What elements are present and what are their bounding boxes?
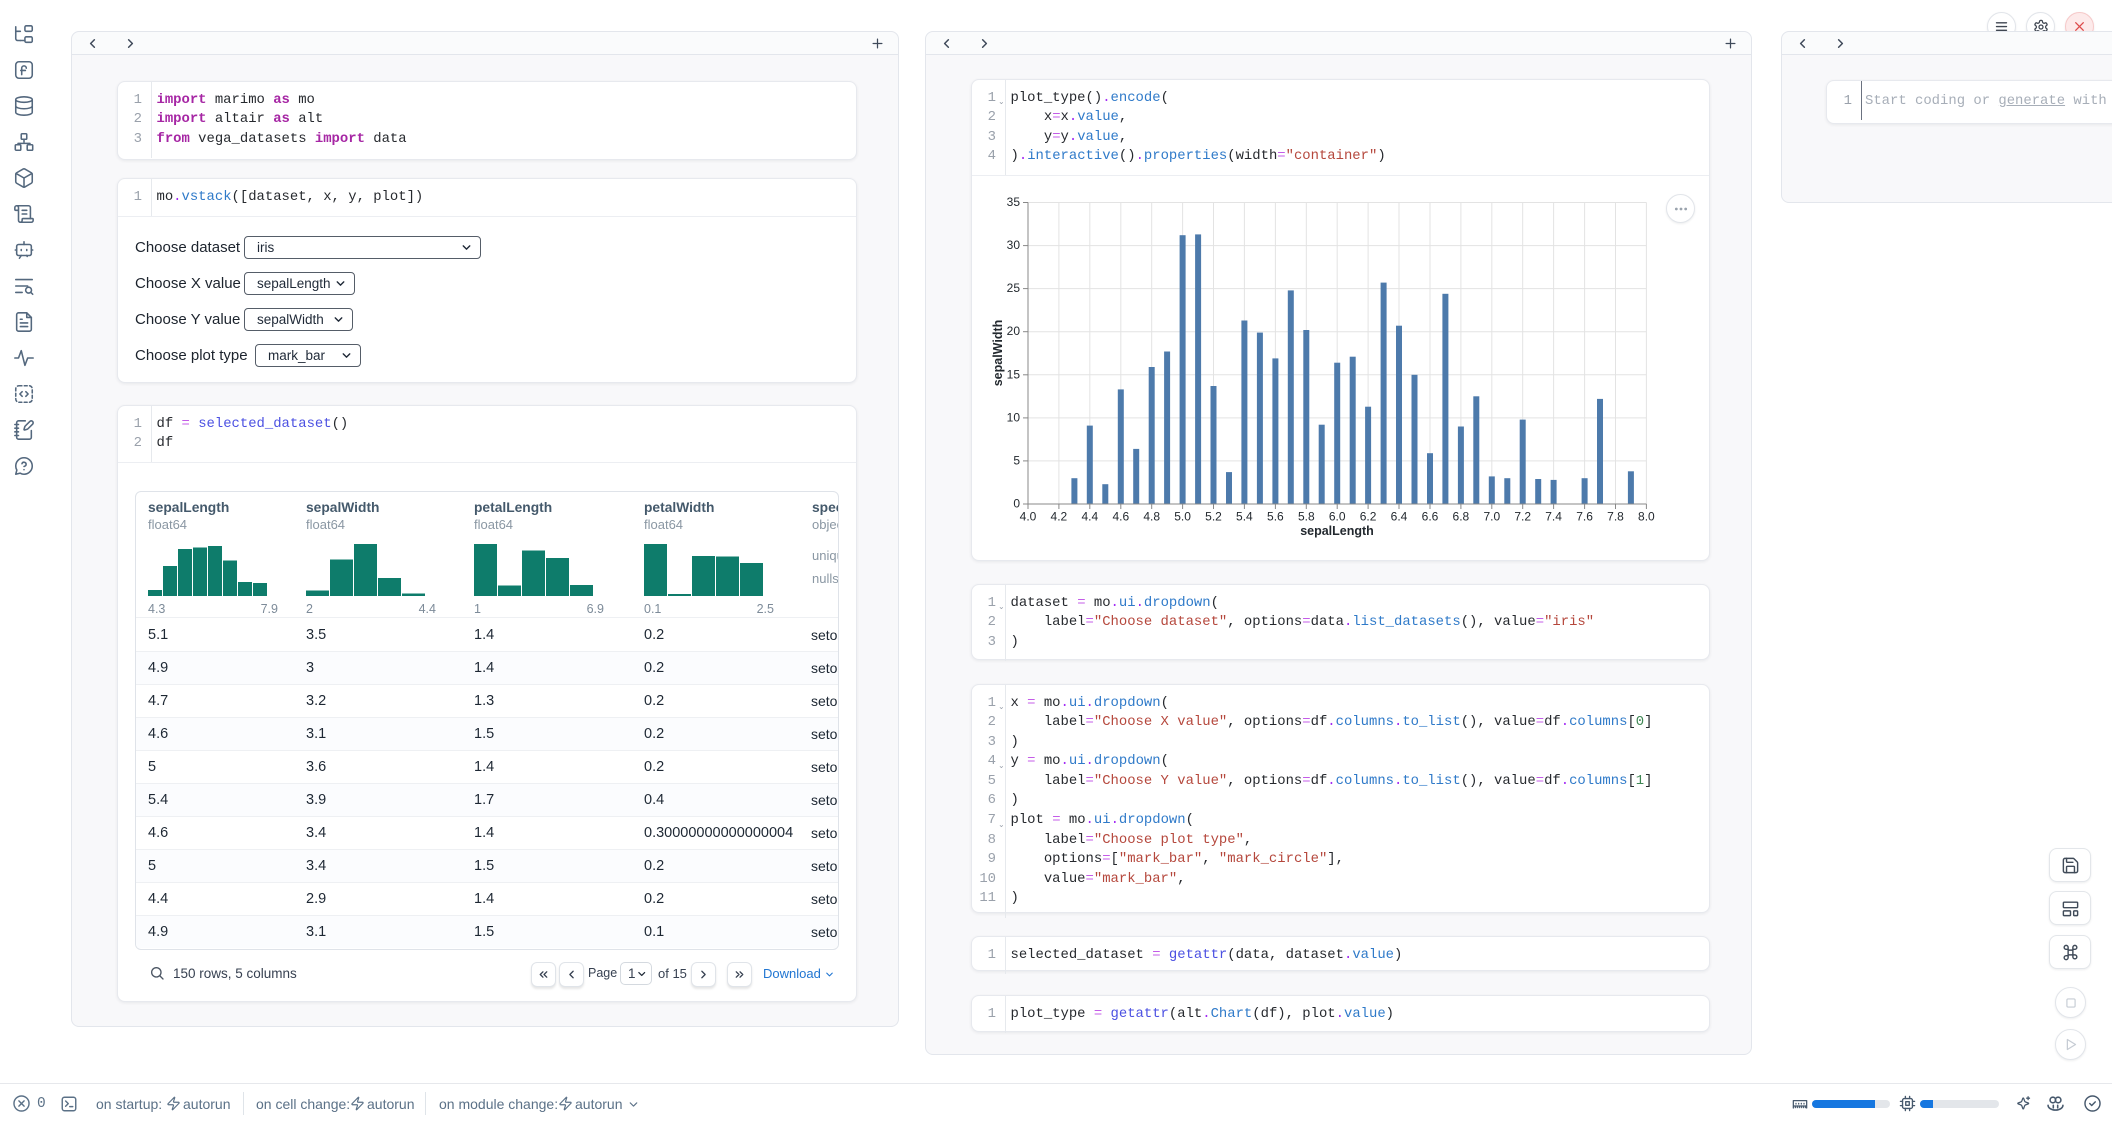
svg-text:6.6: 6.6 — [1422, 510, 1439, 524]
svg-text:5: 5 — [1013, 453, 1020, 467]
svg-text:4.0: 4.0 — [1020, 510, 1037, 524]
svg-text:4.6: 4.6 — [1112, 510, 1129, 524]
svg-text:sepalWidth: sepalWidth — [991, 320, 1005, 387]
svg-text:35: 35 — [1007, 195, 1021, 209]
svg-text:5.4: 5.4 — [1236, 510, 1253, 524]
svg-text:4.4: 4.4 — [1081, 510, 1098, 524]
svg-text:20: 20 — [1007, 324, 1021, 338]
svg-text:5.8: 5.8 — [1298, 510, 1315, 524]
svg-text:6.2: 6.2 — [1360, 510, 1377, 524]
svg-text:5.2: 5.2 — [1205, 510, 1222, 524]
svg-text:10: 10 — [1007, 410, 1021, 424]
svg-text:0: 0 — [1013, 497, 1020, 511]
svg-text:4.2: 4.2 — [1051, 510, 1068, 524]
svg-text:8.0: 8.0 — [1638, 510, 1655, 524]
svg-text:7.8: 7.8 — [1607, 510, 1624, 524]
svg-text:25: 25 — [1007, 281, 1021, 295]
svg-text:6.0: 6.0 — [1329, 510, 1346, 524]
svg-text:7.0: 7.0 — [1483, 510, 1500, 524]
svg-text:4.8: 4.8 — [1143, 510, 1160, 524]
svg-text:5.0: 5.0 — [1174, 510, 1191, 524]
svg-text:5.6: 5.6 — [1267, 510, 1284, 524]
svg-text:30: 30 — [1007, 238, 1021, 252]
svg-text:7.6: 7.6 — [1576, 510, 1593, 524]
svg-text:7.4: 7.4 — [1545, 510, 1562, 524]
svg-text:sepalLength: sepalLength — [1300, 524, 1374, 538]
svg-text:7.2: 7.2 — [1514, 510, 1531, 524]
svg-text:6.8: 6.8 — [1453, 510, 1470, 524]
svg-text:15: 15 — [1007, 367, 1021, 381]
svg-text:6.4: 6.4 — [1391, 510, 1408, 524]
